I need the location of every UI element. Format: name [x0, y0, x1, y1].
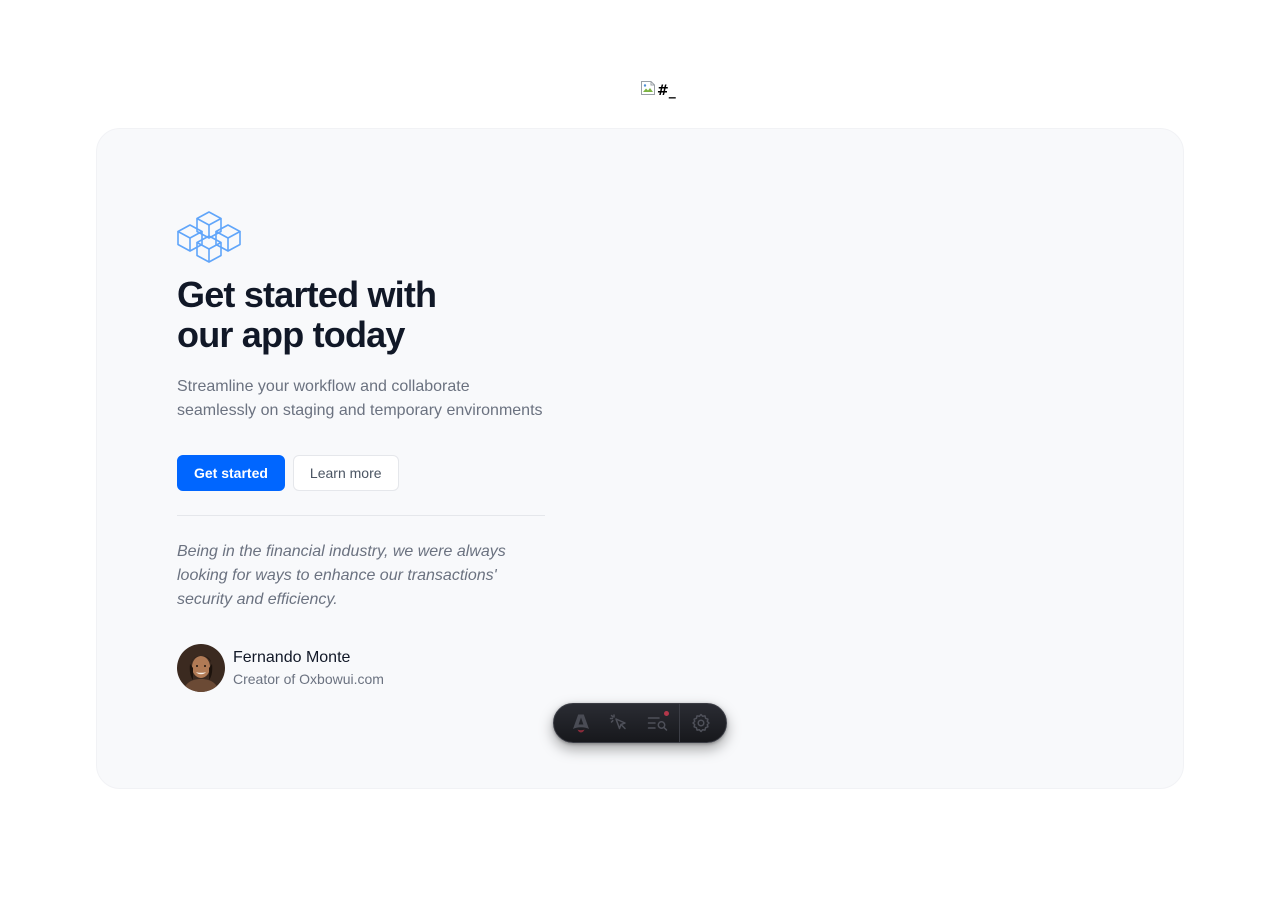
cubes-logo-icon	[177, 211, 241, 263]
audit-button[interactable]	[639, 707, 677, 739]
author-role: Creator of Oxbowui.com	[233, 671, 384, 687]
hero-actions: Get started Learn more	[177, 455, 545, 491]
settings-button[interactable]	[682, 707, 720, 739]
hero-card: Get started with our app today Streamlin…	[96, 128, 1184, 789]
audit-list-icon	[647, 717, 667, 731]
notification-dot	[663, 711, 669, 716]
toolbar-separator	[678, 703, 680, 743]
get-started-button[interactable]: Get started	[177, 455, 285, 491]
dev-toolbar	[553, 703, 727, 743]
author-info: Fernando Monte Creator of Oxbowui.com	[233, 647, 384, 689]
settings-gear-icon	[692, 713, 710, 733]
broken-image-icon	[640, 80, 656, 96]
hero-content: Get started with our app today Streamlin…	[177, 211, 545, 692]
divider	[177, 515, 545, 516]
author-name: Fernando Monte	[233, 649, 351, 666]
broken-image-alt-text: #_	[657, 83, 676, 99]
astro-logo-button[interactable]	[562, 707, 600, 739]
testimonial-quote: Being in the financial industry, we were…	[177, 543, 506, 608]
hero-subtitle: Streamline your workflow and collaborate…	[177, 378, 543, 419]
inspect-button[interactable]	[600, 707, 638, 739]
broken-image: #_	[640, 80, 676, 102]
hero-headline: Get started with our app today	[177, 274, 437, 355]
avatar	[177, 644, 225, 692]
astro-logo-icon	[573, 714, 590, 733]
learn-more-button[interactable]: Learn more	[292, 455, 399, 491]
testimonial-author: Fernando Monte Creator of Oxbowui.com	[177, 644, 545, 692]
inspect-cursor-icon	[610, 714, 627, 730]
